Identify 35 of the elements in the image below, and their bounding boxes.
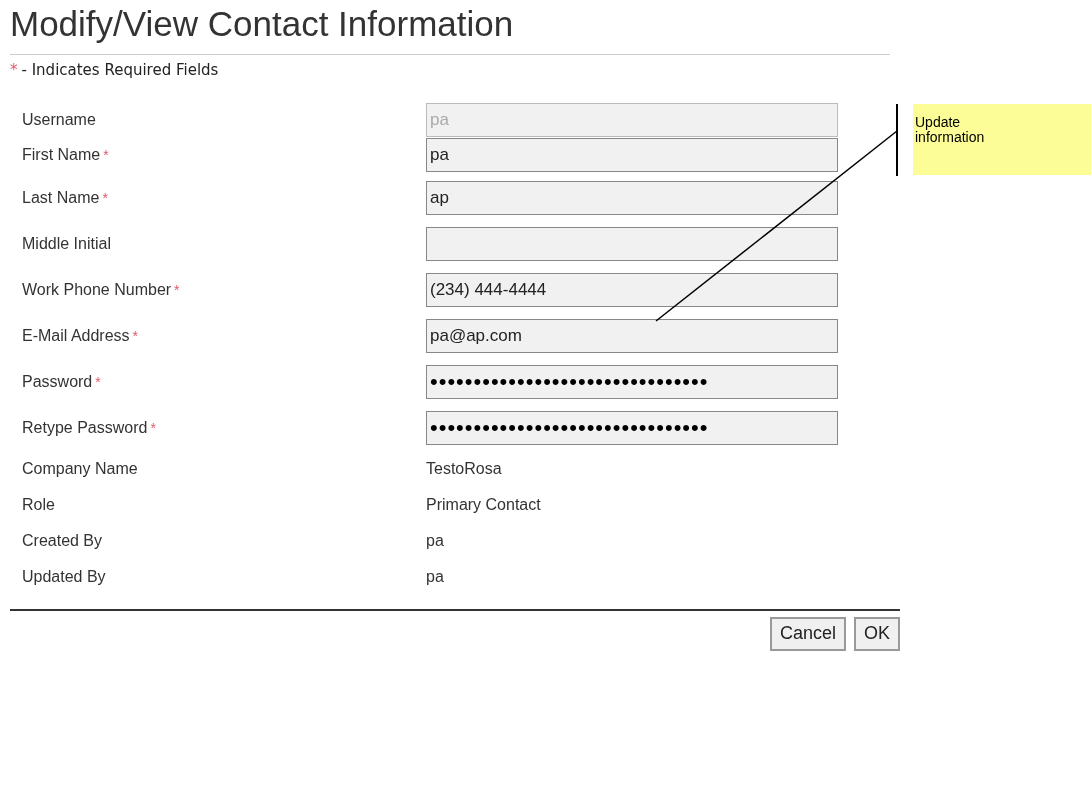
field-label: Work Phone Number [22,279,172,300]
required-mark: * [150,418,156,438]
callout-note: Update information [913,104,1091,175]
field-label: Username [22,110,96,130]
field-value: pa [426,530,444,551]
field-label: Created By [22,530,103,551]
password-field[interactable]: •••••••••••••••••••••••••••••••• [426,364,838,399]
input-field[interactable]: ap [426,180,838,215]
required-mark: * [103,145,109,165]
ok-button[interactable]: OK [854,616,900,651]
field-label: Password [22,371,93,392]
cancel-button[interactable]: Cancel [769,616,846,651]
field-value: pa [426,566,444,587]
input-field[interactable]: pa [426,137,838,172]
required-mark: * [132,326,139,346]
field-label: Company Name [22,458,138,479]
input-field[interactable]: pa@ap.com [426,318,838,353]
field-label: E-Mail Address [22,325,130,346]
page-title: Modify/View Contact Information [10,3,514,45]
field-label: Retype Password [22,417,148,438]
field-label: First Name [22,144,101,165]
required-mark: * [10,60,18,81]
field-label: Updated By [22,566,106,587]
required-mark: * [174,280,180,300]
field-value: TestoRosa [426,458,502,479]
field-label: Role [22,494,55,515]
required-mark: * [95,372,101,392]
required-mark: * [102,188,108,208]
field-label: Middle Initial [22,233,111,254]
input-field[interactable]: (234) 444-4444 [426,272,838,307]
field-label: Last Name [22,187,100,208]
input-field[interactable] [426,226,838,261]
password-field[interactable]: •••••••••••••••••••••••••••••••• [426,410,838,445]
required-note: - Indicates Required Fields [21,60,219,81]
field-value: Primary Contact [426,494,541,515]
